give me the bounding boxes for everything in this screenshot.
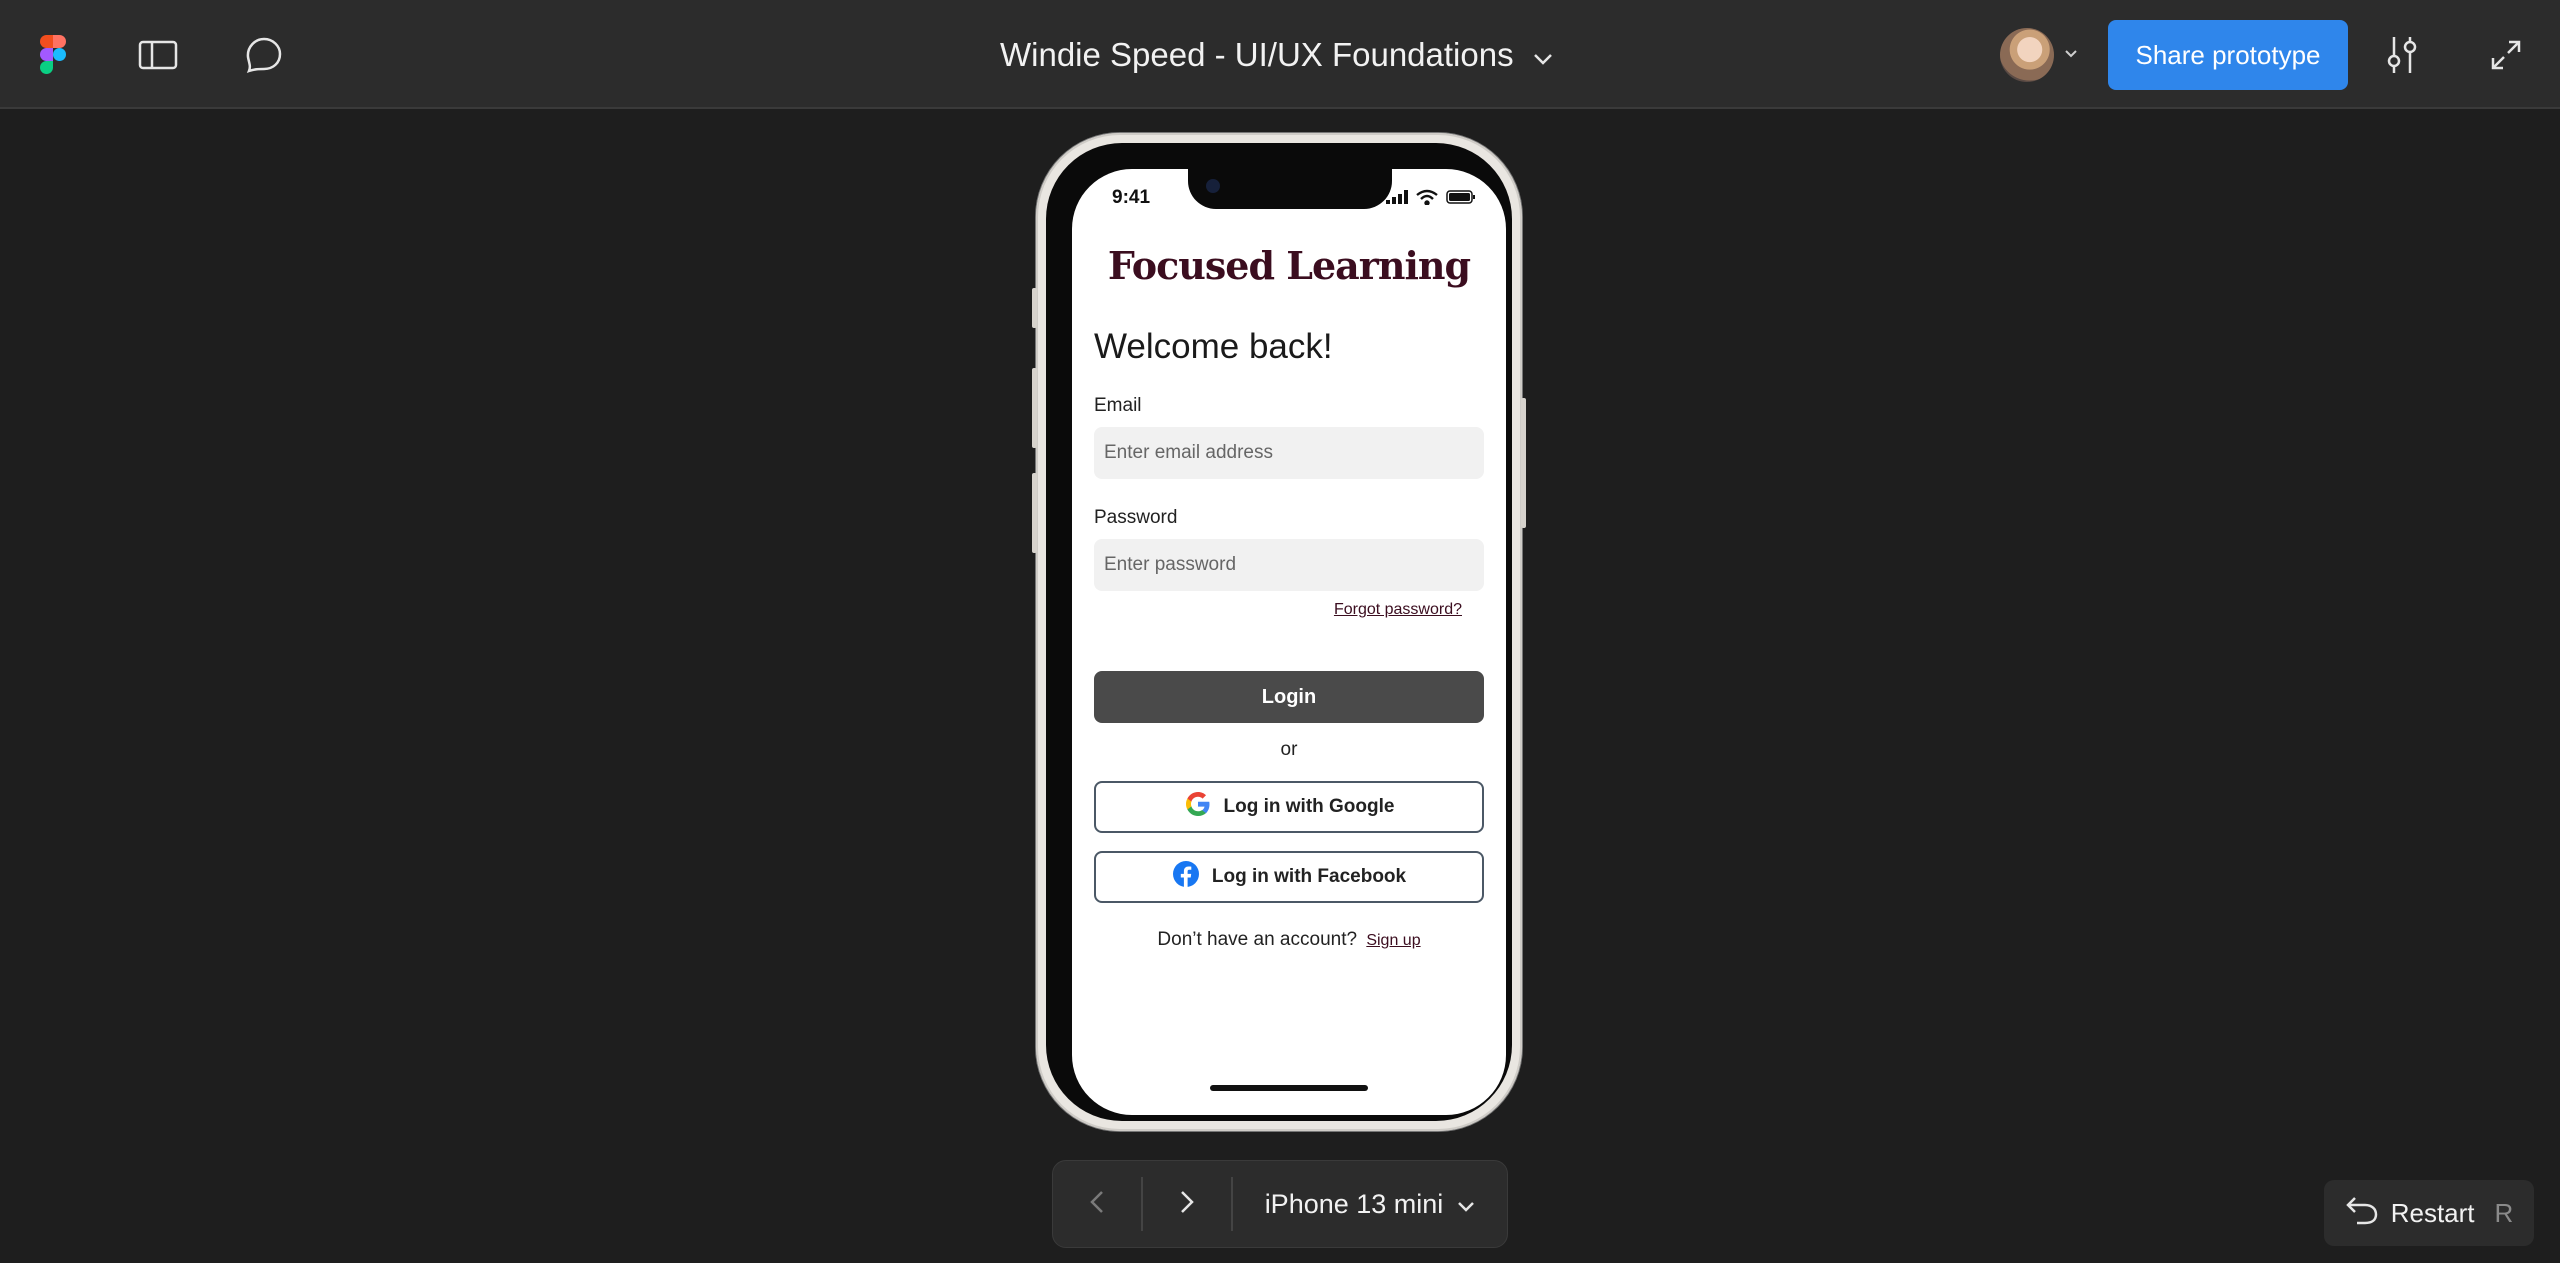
chevron-left-icon [1089, 1189, 1105, 1220]
home-indicator [1210, 1085, 1368, 1091]
comment-bubble-icon[interactable] [236, 30, 292, 80]
previous-frame-button[interactable] [1053, 1160, 1141, 1248]
password-placeholder: Enter password [1104, 554, 1237, 575]
battery-icon [1446, 190, 1476, 209]
wifi-icon [1416, 189, 1438, 210]
next-frame-button[interactable] [1143, 1160, 1231, 1248]
password-field[interactable]: Enter password [1094, 539, 1484, 591]
device-name: iPhone 13 mini [1264, 1188, 1444, 1219]
email-field[interactable]: Enter email address [1094, 427, 1484, 479]
chevron-down-icon [1457, 1189, 1475, 1220]
file-title: Windie Speed - UI/UX Foundations [1000, 36, 1514, 73]
status-time: 9:41 [1112, 187, 1151, 208]
or-divider: or [1280, 739, 1298, 760]
facebook-button-label: Log in with Facebook [1211, 866, 1407, 887]
phone-side-button [1032, 368, 1037, 448]
phone-bezel: 9:41 Focused Learning Welcome back! Emai… [1046, 143, 1512, 1121]
user-menu[interactable] [2000, 26, 2090, 84]
password-label: Password [1094, 507, 1178, 528]
figma-logo-icon[interactable] [30, 30, 76, 80]
google-login-button[interactable]: Log in with Google [1094, 781, 1484, 833]
avatar [2000, 28, 2054, 82]
welcome-heading: Welcome back! [1094, 327, 1333, 366]
chevron-down-icon [2064, 46, 2078, 64]
phone-side-button [1032, 288, 1037, 328]
facebook-icon [1172, 860, 1200, 894]
facebook-login-button[interactable]: Log in with Facebook [1094, 851, 1484, 903]
focused-learning-logo: Focused Learning [1107, 243, 1471, 288]
file-title-dropdown[interactable]: Windie Speed - UI/UX Foundations [1000, 30, 1554, 80]
restart-button[interactable]: Restart R [2324, 1180, 2534, 1246]
google-icon [1184, 790, 1212, 824]
email-placeholder: Enter email address [1104, 442, 1273, 463]
restart-shortcut: R [2494, 1197, 2514, 1228]
camera-icon [1206, 179, 1220, 193]
phone-side-button [1032, 473, 1037, 553]
google-button-label: Log in with Google [1223, 796, 1395, 817]
restart-icon [2345, 1195, 2379, 1232]
status-icons [1386, 189, 1476, 210]
share-prototype-button[interactable]: Share prototype [2108, 20, 2348, 90]
prototype-navigator: iPhone 13 mini [1052, 1160, 1508, 1248]
phone-screen: 9:41 Focused Learning Welcome back! Emai… [1072, 169, 1506, 1115]
forgot-password-link[interactable]: Forgot password? [1334, 601, 1462, 619]
phone-notch [1188, 169, 1392, 209]
email-label: Email [1094, 395, 1142, 416]
top-toolbar: Windie Speed - UI/UX Foundations Share p… [0, 0, 2560, 109]
device-dropdown[interactable]: iPhone 13 mini [1233, 1189, 1507, 1220]
chevron-down-icon [1532, 36, 1554, 74]
signup-prompt: Don’t have an account? [1157, 929, 1358, 950]
sidebar-panel-icon[interactable] [130, 30, 186, 80]
phone-side-button [1521, 398, 1526, 528]
login-button[interactable]: Login [1094, 671, 1484, 723]
signup-row: Don’t have an account? Sign up [1072, 929, 1506, 951]
chevron-right-icon [1179, 1189, 1195, 1220]
signup-link[interactable]: Sign up [1366, 932, 1420, 949]
restart-label: Restart [2390, 1197, 2475, 1228]
expand-icon[interactable] [2478, 30, 2534, 80]
iphone-frame: 9:41 Focused Learning Welcome back! Emai… [1032, 133, 1526, 1131]
sliders-icon[interactable] [2374, 30, 2430, 80]
